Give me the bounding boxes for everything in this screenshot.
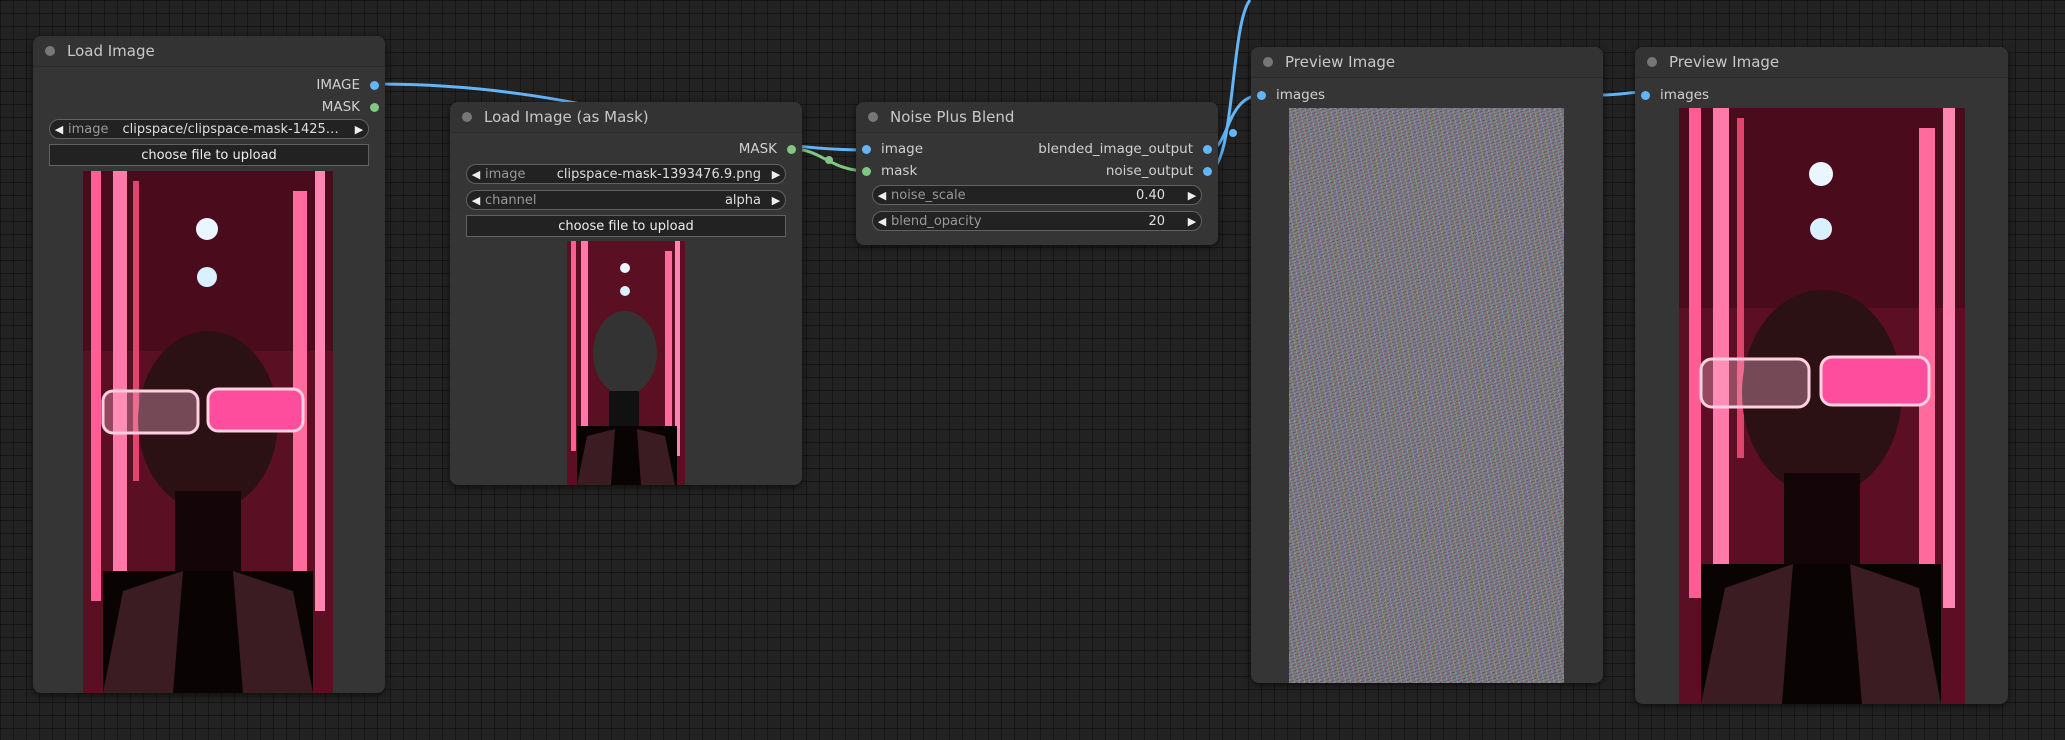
widget-label: image [485,166,526,182]
output-label: IMAGE [316,77,360,93]
portrait-output-image [1679,108,1965,704]
output-mask[interactable]: MASK [322,98,379,116]
output-label: noise_output [1105,163,1193,179]
node-title-bar[interactable]: Preview Image [1635,47,2008,78]
arrow-right-icon[interactable]: ▶ [350,123,368,136]
noise-preview-image [1289,108,1564,683]
widget-value: clipspace/clipspace-mask-142555... [122,121,351,137]
node-title: Preview Image [1669,53,1780,71]
node-title-bar[interactable]: Load Image [33,36,385,67]
blend-opacity-widget[interactable]: ◀ blend_opacity 20 ▶ [872,211,1202,231]
output-slot-icon[interactable] [1203,144,1212,154]
arrow-right-icon[interactable]: ▶ [1183,189,1201,202]
collapse-dot-icon[interactable] [1263,57,1273,67]
input-images[interactable]: images [1641,86,1709,104]
output-image[interactable]: IMAGE [316,76,379,94]
link-midpoint-dot [825,156,833,164]
input-image[interactable]: image [862,140,923,158]
input-label: images [1660,87,1710,103]
collapse-dot-icon[interactable] [462,112,472,122]
arrow-right-icon[interactable]: ▶ [767,194,785,207]
node-title-bar[interactable]: Noise Plus Blend [856,102,1218,133]
output-mask[interactable]: MASK [739,140,796,158]
output-noise[interactable]: noise_output [1106,162,1212,180]
channel-combo-widget[interactable]: ◀ channel alpha ▶ [466,190,786,210]
image-combo-widget[interactable]: ◀ image clipspace/clipspace-mask-142555.… [49,119,369,139]
arrow-left-icon[interactable]: ◀ [467,194,485,207]
input-slot-icon[interactable] [862,166,871,176]
output-slot-icon[interactable] [370,80,379,90]
output-label: MASK [321,99,360,115]
input-label: image [881,141,924,157]
arrow-left-icon[interactable]: ◀ [873,189,891,202]
node-title: Load Image [67,42,155,60]
arrow-right-icon[interactable]: ▶ [767,168,785,181]
node-title-bar[interactable]: Preview Image [1251,47,1603,78]
widget-label: noise_scale [891,187,966,203]
upload-button[interactable]: choose file to upload [466,215,786,237]
widget-label: image [68,121,109,137]
image-combo-widget[interactable]: ◀ image clipspace-mask-1393476.9.png ▶ [466,164,786,184]
node-title: Noise Plus Blend [890,108,1015,126]
node-title: Load Image (as Mask) [484,108,649,126]
output-blended-image[interactable]: blended_image_output [1038,140,1212,158]
output-slot-icon[interactable] [370,102,379,112]
input-slot-icon[interactable] [1257,90,1266,100]
input-mask[interactable]: mask [862,162,917,180]
output-slot-icon[interactable] [1203,166,1212,176]
input-slot-icon[interactable] [1641,90,1650,100]
widget-label: blend_opacity [891,213,982,229]
node-load-image-as-mask[interactable]: Load Image (as Mask) MASK ◀ image clipsp… [450,102,802,485]
arrow-left-icon[interactable]: ◀ [873,215,891,228]
link-midpoint-dot [1229,129,1237,137]
output-slot-icon[interactable] [787,144,796,154]
arrow-left-icon[interactable]: ◀ [50,123,68,136]
collapse-dot-icon[interactable] [45,46,55,56]
node-noise-plus-blend[interactable]: Noise Plus Blend image mask blended_imag… [856,102,1218,245]
masked-portrait-image [567,241,685,485]
widget-label: channel [485,192,537,208]
noise-scale-widget[interactable]: ◀ noise_scale 0.40 ▶ [872,185,1202,205]
node-preview-image-portrait[interactable]: Preview Image images [1635,47,2008,704]
collapse-dot-icon[interactable] [1647,57,1657,67]
preview-image [567,241,685,485]
preview-image [83,171,333,693]
output-label: MASK [738,141,777,157]
widget-value: 0.40 [1136,187,1165,203]
node-preview-image-noise[interactable]: Preview Image images [1251,47,1603,683]
arrow-left-icon[interactable]: ◀ [467,168,485,181]
portrait-image [83,171,333,693]
arrow-right-icon[interactable]: ▶ [1183,215,1201,228]
node-load-image[interactable]: Load Image IMAGE MASK ◀ image clipspace/… [33,36,385,693]
input-images[interactable]: images [1257,86,1325,104]
node-title: Preview Image [1285,53,1396,71]
output-label: blended_image_output [1038,141,1193,157]
collapse-dot-icon[interactable] [868,112,878,122]
widget-value: 20 [1148,213,1165,229]
input-label: mask [881,163,918,179]
widget-value: clipspace-mask-1393476.9.png [556,166,761,182]
widget-value: alpha [724,192,761,208]
input-slot-icon[interactable] [862,144,871,154]
input-label: images [1276,87,1326,103]
node-title-bar[interactable]: Load Image (as Mask) [450,102,802,133]
upload-button[interactable]: choose file to upload [49,144,369,166]
preview-image [1679,108,1965,704]
